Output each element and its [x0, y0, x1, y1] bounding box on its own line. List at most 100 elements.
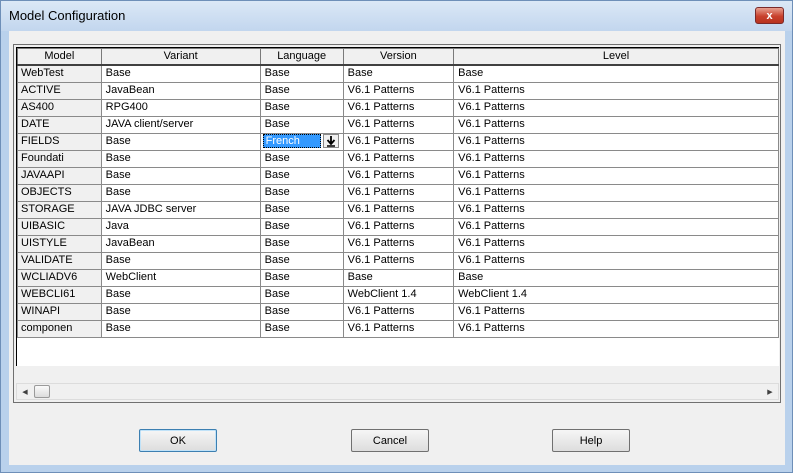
cell-model[interactable]: ACTIVE — [17, 81, 102, 100]
table-row[interactable]: ACTIVE JavaBean Base V6.1 Patterns V6.1 Patt… — [17, 81, 779, 100]
cell-model[interactable]: WEBCLI61 — [17, 285, 102, 304]
cell-variant[interactable]: JavaBean — [100, 81, 261, 100]
cell-version[interactable]: V6.1 Patterns — [342, 98, 455, 117]
cell-variant[interactable]: Base — [100, 319, 261, 338]
cell-version[interactable]: V6.1 Patterns — [342, 166, 455, 185]
language-selected-value[interactable]: French — [262, 134, 321, 149]
cell-version[interactable]: V6.1 Patterns — [342, 234, 455, 253]
cell-variant[interactable]: Base — [100, 285, 261, 304]
cell-language[interactable]: Base — [259, 115, 344, 134]
cell-model[interactable]: STORAGE — [17, 200, 102, 219]
cell-variant[interactable]: Base — [100, 166, 261, 185]
table-row[interactable]: STORAGE JAVA JDBC server Base V6.1 Patterns… — [17, 200, 779, 219]
title-bar[interactable]: Model Configuration x — [1, 1, 792, 31]
cell-level[interactable]: V6.1 Patterns — [453, 234, 779, 253]
cell-level[interactable]: V6.1 Patterns — [453, 302, 779, 321]
cell-language[interactable]: Base — [259, 98, 344, 117]
table-row[interactable]: OBJECTS Base Base V6.1 Patterns V6.1 Pattern… — [17, 183, 779, 202]
column-header-language[interactable]: Language — [259, 48, 344, 66]
cell-model[interactable]: OBJECTS — [17, 183, 102, 202]
cell-level[interactable]: V6.1 Patterns — [453, 81, 779, 100]
cell-variant[interactable]: Java — [100, 217, 261, 236]
cell-language[interactable]: Base — [259, 81, 344, 100]
cell-version[interactable]: V6.1 Patterns — [342, 149, 455, 168]
cell-level[interactable]: V6.1 Patterns — [453, 98, 779, 117]
cell-version[interactable]: Base — [342, 268, 455, 287]
cell-language[interactable]: Base — [259, 251, 344, 270]
cancel-button[interactable]: Cancel — [351, 429, 429, 452]
cell-level[interactable]: Base — [453, 64, 779, 83]
cell-language[interactable]: Base — [259, 217, 344, 236]
column-header-level[interactable]: Level — [453, 48, 779, 66]
cell-level[interactable]: V6.1 Patterns — [453, 115, 779, 134]
cell-model[interactable]: UIBASIC — [17, 217, 102, 236]
table-row[interactable]: UIBASIC Java Base V6.1 Patterns V6.1 Pattern… — [17, 217, 779, 236]
cell-model[interactable]: Foundati — [17, 149, 102, 168]
table-row[interactable]: WCLIADV6 WebClient Base Base Base — [17, 268, 779, 287]
cell-variant[interactable]: JavaBean — [100, 234, 261, 253]
cell-level[interactable]: V6.1 Patterns — [453, 251, 779, 270]
cell-version[interactable]: V6.1 Patterns — [342, 251, 455, 270]
help-button[interactable]: Help — [552, 429, 630, 452]
scroll-right-icon[interactable]: ▶ — [762, 384, 778, 399]
close-button[interactable]: x — [755, 7, 784, 24]
cell-variant[interactable]: Base — [100, 251, 261, 270]
scroll-left-icon[interactable]: ◀ — [17, 384, 33, 399]
table-row[interactable]: WEBCLI61 Base Base WebClient 1.4 WebClient 1… — [17, 285, 779, 304]
cell-version[interactable]: V6.1 Patterns — [342, 115, 455, 134]
table-row[interactable]: JAVAAPI Base Base V6.1 Patterns V6.1 Pattern… — [17, 166, 779, 185]
cell-version[interactable]: WebClient 1.4 — [342, 285, 455, 304]
cell-model[interactable]: JAVAAPI — [17, 166, 102, 185]
scrollbar-thumb[interactable] — [34, 385, 50, 398]
dropdown-arrow-icon[interactable] — [322, 134, 339, 149]
cell-level[interactable]: WebClient 1.4 — [453, 285, 779, 304]
table-row[interactable]: WebTest Base Base Base Base — [17, 64, 779, 83]
cell-level[interactable]: V6.1 Patterns — [453, 183, 779, 202]
cell-model[interactable]: componen — [17, 319, 102, 338]
cell-version[interactable]: V6.1 Patterns — [342, 302, 455, 321]
cell-level[interactable]: V6.1 Patterns — [453, 217, 779, 236]
cell-level[interactable]: V6.1 Patterns — [453, 149, 779, 168]
language-dropdown[interactable]: French — [262, 134, 339, 149]
cell-language[interactable]: Base — [259, 64, 344, 83]
cell-variant[interactable]: JAVA client/server — [100, 115, 261, 134]
column-header-version[interactable]: Version — [342, 48, 455, 66]
cell-model[interactable]: WebTest — [17, 64, 102, 83]
cell-language[interactable]: Base — [259, 166, 344, 185]
cell-language[interactable]: Base — [259, 319, 344, 338]
table-row[interactable]: Foundati Base Base V6.1 Patterns V6.1 Patter… — [17, 149, 779, 168]
cell-model[interactable]: WINAPI — [17, 302, 102, 321]
cell-variant[interactable]: Base — [100, 64, 261, 83]
cell-language[interactable]: Base — [259, 200, 344, 219]
cell-variant[interactable]: RPG400 — [100, 98, 261, 117]
cell-model[interactable]: WCLIADV6 — [17, 268, 102, 287]
cell-language[interactable]: Base — [259, 183, 344, 202]
cell-model[interactable]: DATE — [17, 115, 102, 134]
table-row[interactable]: FIELDS Base French V6.1 Patterns V6.1 Patter… — [17, 132, 779, 151]
cell-language[interactable]: Base — [259, 234, 344, 253]
cell-model[interactable]: AS400 — [17, 98, 102, 117]
cell-level[interactable]: Base — [453, 268, 779, 287]
cell-level[interactable]: V6.1 Patterns — [453, 132, 779, 151]
cell-language[interactable]: Base — [259, 149, 344, 168]
table-row[interactable]: componen Base Base V6.1 Patterns V6.1 Patter… — [17, 319, 779, 338]
cell-variant[interactable]: Base — [100, 302, 261, 321]
table-row[interactable]: UISTYLE JavaBean Base V6.1 Patterns V6.1 Pat… — [17, 234, 779, 253]
cell-language[interactable]: Base — [259, 268, 344, 287]
column-header-variant[interactable]: Variant — [100, 48, 261, 66]
cell-level[interactable]: V6.1 Patterns — [453, 166, 779, 185]
table-row[interactable]: WINAPI Base Base V6.1 Patterns V6.1 Patterns — [17, 302, 779, 321]
cell-language[interactable]: Base — [259, 302, 344, 321]
cell-version[interactable]: V6.1 Patterns — [342, 132, 455, 151]
cell-variant[interactable]: JAVA JDBC server — [100, 200, 261, 219]
cell-model[interactable]: VALIDATE — [17, 251, 102, 270]
cell-version[interactable]: V6.1 Patterns — [342, 183, 455, 202]
cell-variant[interactable]: Base — [100, 183, 261, 202]
cell-language[interactable]: Base — [259, 285, 344, 304]
table-row[interactable]: DATE JAVA client/server Base V6.1 Patterns V… — [17, 115, 779, 134]
table-row[interactable]: VALIDATE Base Base V6.1 Patterns V6.1 Patter… — [17, 251, 779, 270]
cell-version[interactable]: V6.1 Patterns — [342, 200, 455, 219]
cell-variant[interactable]: Base — [100, 132, 261, 151]
cell-version[interactable]: V6.1 Patterns — [342, 217, 455, 236]
table-row[interactable]: AS400 RPG400 Base V6.1 Patterns V6.1 Pattern… — [17, 98, 779, 117]
